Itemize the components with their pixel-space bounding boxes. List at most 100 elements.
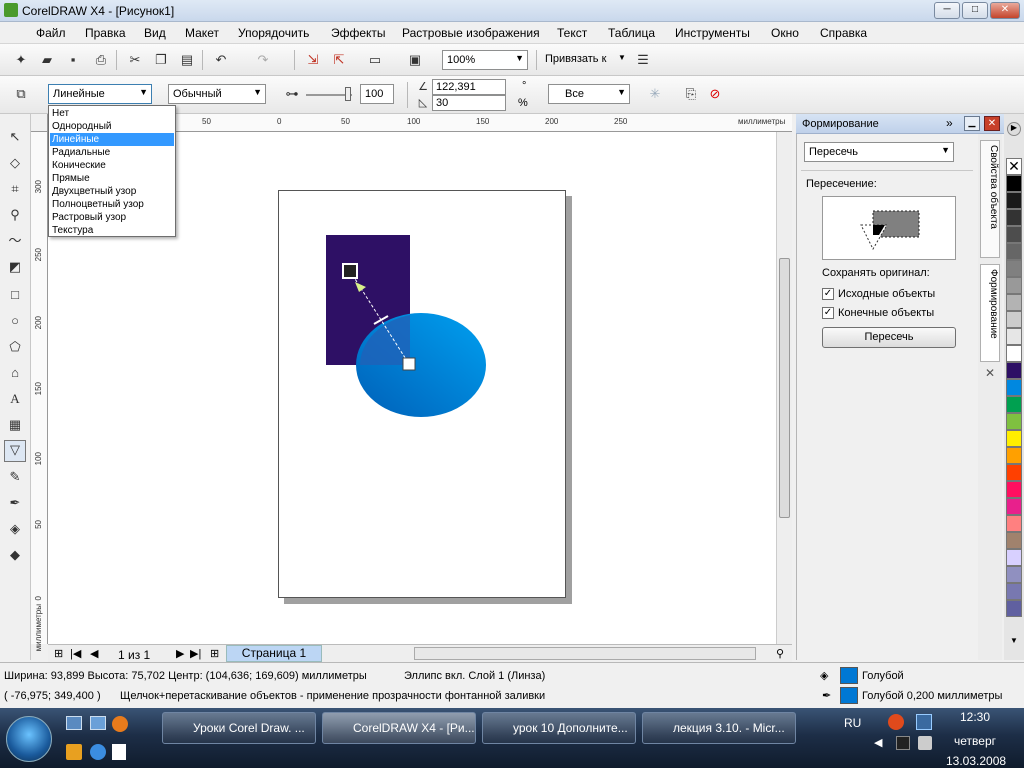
vertical-scrollbar[interactable]	[776, 132, 792, 644]
transparency-slider-handle[interactable]	[345, 87, 351, 101]
next-page-icon[interactable]: ▶	[176, 647, 184, 660]
clock-time[interactable]: 12:30	[960, 710, 990, 724]
quick-launch-monitor-icon[interactable]	[90, 716, 106, 730]
intersect-button[interactable]: Пересечь	[822, 327, 956, 348]
edge-pad-input[interactable]: 30	[432, 95, 506, 111]
option-uniform[interactable]: Однородный	[50, 120, 174, 133]
zoom-tool-icon[interactable]: ⚲	[6, 206, 24, 224]
maximize-button[interactable]: □	[962, 2, 988, 19]
minimize-button[interactable]: ─	[934, 2, 960, 19]
zoom-level-combo[interactable]: 100% ▼	[442, 50, 528, 70]
no-color-swatch[interactable]: ✕	[1006, 158, 1022, 175]
interactive-fill-tool-icon[interactable]: ◆	[6, 546, 24, 564]
option-linear[interactable]: Линейные	[50, 133, 174, 146]
fill-type-combo[interactable]: Линейные ▼	[48, 84, 152, 104]
menu-tools[interactable]: Инструменты	[675, 26, 750, 40]
start-button[interactable]	[6, 716, 52, 762]
transparency-tool-icon[interactable]: ▽	[4, 440, 26, 462]
options-icon[interactable]: ☰	[634, 51, 652, 69]
menu-layout[interactable]: Макет	[185, 26, 219, 40]
menu-table[interactable]: Таблица	[608, 26, 655, 40]
color-swatch[interactable]	[1006, 209, 1022, 226]
gradient-start-handle[interactable]	[342, 263, 358, 279]
option-square[interactable]: Прямые	[50, 172, 174, 185]
task-word[interactable]: лекция 3.10. - Micr...	[642, 712, 796, 744]
close-button[interactable]: ✕	[990, 2, 1020, 19]
option-bitmap-pattern[interactable]: Растровый узор	[50, 211, 174, 224]
language-indicator[interactable]: RU	[844, 716, 861, 730]
previous-page-icon[interactable]: ◀	[90, 647, 98, 660]
export-icon[interactable]: ⇱	[330, 51, 348, 69]
text-tool-icon[interactable]: A	[6, 390, 24, 408]
color-swatch[interactable]	[1006, 243, 1022, 260]
add-page-icon[interactable]: ⊞	[210, 647, 219, 660]
table-tool-icon[interactable]: ▦	[6, 416, 24, 434]
option-none[interactable]: Нет	[50, 107, 174, 120]
color-swatch[interactable]	[1006, 260, 1022, 277]
import-icon[interactable]: ⇲	[304, 51, 322, 69]
application-launcher-icon[interactable]: ▭	[366, 51, 384, 69]
pick-tool-icon[interactable]: ↖	[6, 128, 24, 146]
outline-color-swatch[interactable]	[840, 687, 858, 704]
color-swatch[interactable]	[1006, 413, 1022, 430]
ellipse-tool-icon[interactable]: ○	[6, 312, 24, 330]
shape-tool-icon[interactable]: ◇	[6, 154, 24, 172]
angle-input[interactable]: 122,391	[432, 79, 506, 95]
color-swatch[interactable]	[1006, 311, 1022, 328]
quick-launch-file-icon[interactable]	[112, 744, 126, 760]
tray-security-icon[interactable]	[896, 736, 910, 750]
menu-edit[interactable]: Правка	[85, 26, 126, 40]
page-tab[interactable]: Страница 1	[226, 645, 322, 662]
polygon-tool-icon[interactable]: ⬠	[6, 338, 24, 356]
color-swatch[interactable]	[1006, 430, 1022, 447]
outline-tool-icon[interactable]: ✒	[6, 494, 24, 512]
task-chrome[interactable]: Уроки Corel Draw. ...	[162, 712, 316, 744]
rectangle-tool-icon[interactable]: □	[6, 286, 24, 304]
color-swatch[interactable]	[1006, 515, 1022, 532]
menu-window[interactable]: Окно	[771, 26, 799, 40]
tab-object-properties[interactable]: Свойства объекта	[980, 140, 1000, 258]
blend-mode-combo[interactable]: Обычный ▼	[168, 84, 266, 104]
tray-expand-icon[interactable]: ◀	[874, 736, 882, 749]
quick-launch-media-icon[interactable]	[66, 744, 82, 760]
menu-bitmaps[interactable]: Растровые изображения	[402, 26, 540, 40]
page-options-icon[interactable]: ⊞	[54, 647, 63, 660]
option-two-color-pattern[interactable]: Двухцветный узор	[50, 185, 174, 198]
color-swatch[interactable]	[1006, 396, 1022, 413]
color-swatch[interactable]	[1006, 600, 1022, 617]
color-swatch[interactable]	[1006, 175, 1022, 192]
palette-scroll-down-icon[interactable]: ▼	[1007, 636, 1021, 650]
freeze-transparency-icon[interactable]: ✳	[646, 85, 664, 103]
freehand-tool-icon[interactable]: 〜	[6, 232, 24, 250]
menu-file[interactable]: Файл	[36, 26, 66, 40]
crop-tool-icon[interactable]: ⌗	[6, 180, 24, 198]
cut-icon[interactable]: ✂	[126, 51, 144, 69]
menu-arrange[interactable]: Упорядочить	[238, 26, 309, 40]
zoom-navigator-icon[interactable]: ⚲	[776, 647, 784, 660]
docker-minimize-button[interactable]: ▁	[964, 116, 980, 131]
source-objects-checkbox[interactable]: ✓	[822, 288, 834, 300]
menu-text[interactable]: Текст	[557, 26, 587, 40]
quick-launch-ie-icon[interactable]	[90, 744, 106, 760]
tray-volume-icon[interactable]	[918, 736, 932, 750]
color-swatch[interactable]	[1006, 447, 1022, 464]
tray-chrome-icon[interactable]	[888, 714, 904, 730]
save-icon[interactable]: ▪	[64, 51, 82, 69]
quick-launch-firefox-icon[interactable]	[112, 716, 128, 732]
operation-combo[interactable]: Пересечь ▼	[804, 142, 954, 162]
undo-icon[interactable]: ↶	[212, 51, 230, 69]
task-coreldraw[interactable]: CorelDRAW X4 - [Ри...	[322, 712, 476, 744]
docker-close-button[interactable]: ✕	[984, 116, 1000, 131]
menu-view[interactable]: Вид	[144, 26, 166, 40]
target-objects-checkbox[interactable]: ✓	[822, 307, 834, 319]
palette-scroll-up-icon[interactable]: ▶	[1007, 122, 1021, 136]
color-swatch[interactable]	[1006, 481, 1022, 498]
color-swatch[interactable]	[1006, 226, 1022, 243]
eyedropper-tool-icon[interactable]: ✎	[6, 468, 24, 486]
tray-network-icon[interactable]	[916, 714, 932, 730]
fill-color-swatch[interactable]	[840, 667, 858, 684]
color-swatch[interactable]	[1006, 277, 1022, 294]
new-document-icon[interactable]: ✦	[12, 51, 30, 69]
basic-shapes-tool-icon[interactable]: ⌂	[6, 364, 24, 382]
print-icon[interactable]: ⎙	[92, 51, 110, 69]
